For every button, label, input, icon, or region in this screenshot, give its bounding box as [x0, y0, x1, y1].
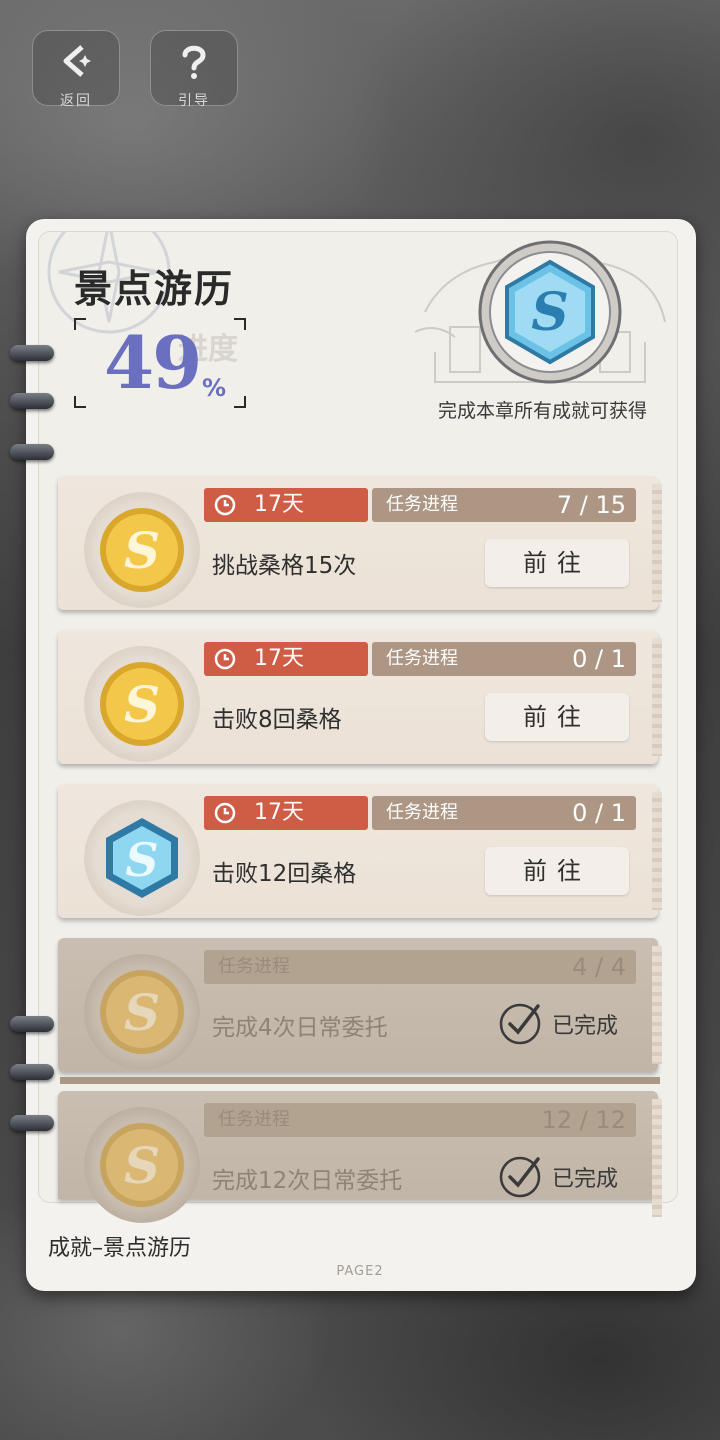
- gold-coin-icon: S: [84, 646, 200, 762]
- binder-ring: [10, 345, 54, 361]
- task-progress-bar: 任务进程 12 / 12: [204, 1103, 636, 1137]
- guide-label: 引导: [178, 93, 210, 109]
- chapter-reward-emblem-icon[interactable]: S: [405, 232, 675, 402]
- binder-ring: [10, 444, 54, 460]
- section-divider: [60, 1077, 660, 1084]
- binder-ring: [10, 1115, 54, 1131]
- back-button[interactable]: 返回: [32, 30, 120, 109]
- guide-button[interactable]: 引导: [150, 30, 238, 109]
- task-card: S 17天 任务进程 7 / 15 挑战桑格15次 前往: [58, 476, 662, 610]
- task-progress-bar: 任务进程 4 / 4: [204, 950, 636, 984]
- task-description: 完成4次日常委托: [212, 1015, 388, 1041]
- task-progress-bar: 任务进程 0 / 1: [372, 642, 636, 676]
- task-progress-bar: 任务进程 7 / 15: [372, 488, 636, 522]
- task-description: 击败12回桑格: [212, 861, 357, 887]
- go-button[interactable]: 前往: [485, 693, 629, 741]
- time-remaining: 17天: [204, 642, 368, 676]
- binder-ring: [10, 1064, 54, 1080]
- back-label: 返回: [60, 93, 92, 109]
- task-progress-value: 4 / 4: [572, 953, 626, 981]
- time-remaining: 17天: [204, 796, 368, 830]
- back-arrow-icon: [33, 41, 119, 92]
- reward-description: 完成本章所有成就可获得: [438, 400, 648, 422]
- time-remaining: 17天: [204, 488, 368, 522]
- go-button[interactable]: 前往: [485, 539, 629, 587]
- task-card: S 17天 任务进程 0 / 1 击败8回桑格 前往: [58, 630, 662, 764]
- svg-text:S: S: [531, 282, 569, 343]
- task-progress-value: 0 / 1: [572, 645, 626, 673]
- go-button[interactable]: 前往: [485, 847, 629, 895]
- blue-gem-icon: S: [84, 800, 200, 916]
- clock-icon: [214, 494, 236, 516]
- clock-icon: [214, 802, 236, 824]
- progress-box: 进度 49 %: [74, 318, 246, 408]
- task-progress-value: 12 / 12: [541, 1106, 626, 1134]
- progress-value: 49: [104, 320, 202, 405]
- task-description: 击败8回桑格: [212, 707, 342, 733]
- gold-coin-icon: S: [84, 1107, 200, 1223]
- svg-text:S: S: [125, 833, 158, 887]
- svg-text:S: S: [124, 983, 160, 1042]
- footer-title: 成就–景点游历: [48, 1236, 192, 1261]
- check-circle-icon: [499, 1156, 541, 1198]
- page-title: 景点游历: [74, 267, 235, 311]
- check-circle-icon: [499, 1003, 541, 1045]
- task-card-completed: S 任务进程 4 / 4 完成4次日常委托 已完成: [58, 938, 662, 1072]
- clock-icon: [214, 648, 236, 670]
- task-progress-bar: 任务进程 0 / 1: [372, 796, 636, 830]
- task-description: 完成12次日常委托: [212, 1168, 403, 1194]
- task-progress-value: 0 / 1: [572, 799, 626, 827]
- binder-ring: [10, 393, 54, 409]
- task-card: S 17天 任务进程 0 / 1 击败12回桑格 前往: [58, 784, 662, 918]
- gold-coin-icon: S: [84, 492, 200, 608]
- svg-text:S: S: [124, 1136, 160, 1195]
- page-number: PAGE2: [336, 1264, 384, 1279]
- svg-text:S: S: [124, 521, 160, 580]
- gold-coin-icon: S: [84, 954, 200, 1070]
- task-progress-value: 7 / 15: [556, 491, 626, 519]
- svg-text:S: S: [124, 675, 160, 734]
- progress-unit: %: [202, 374, 227, 402]
- binder-ring: [10, 1016, 54, 1032]
- question-icon: [151, 41, 237, 92]
- task-card-completed: S 任务进程 12 / 12 完成12次日常委托 已完成: [58, 1091, 662, 1223]
- task-description: 挑战桑格15次: [212, 553, 357, 579]
